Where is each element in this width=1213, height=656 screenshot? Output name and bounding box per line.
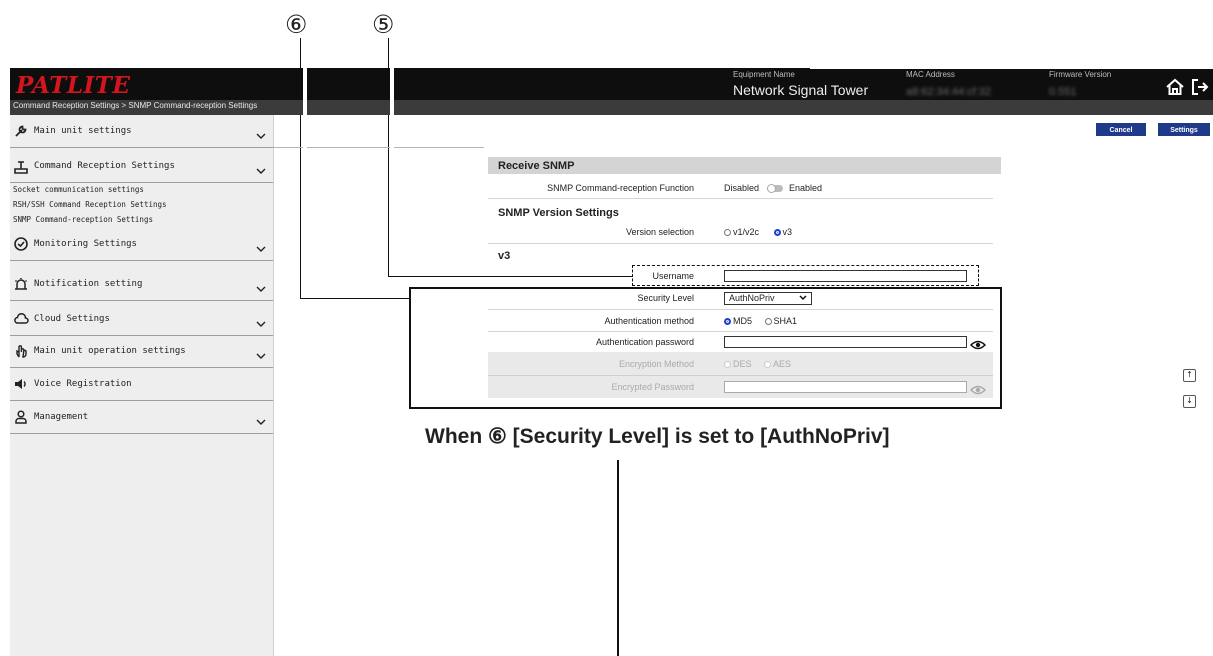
annotation-leader-line (617, 460, 619, 656)
chevron-down-icon (255, 280, 267, 292)
breadcrumb: Command Reception Settings > SNMP Comman… (13, 101, 258, 110)
app-header (10, 68, 1213, 100)
version-radio-group: v1/v2c v3 (724, 227, 792, 237)
sidebar-item-main-unit-operation-settings[interactable]: Main unit operation settings (10, 337, 273, 368)
row-divider (488, 198, 993, 199)
annotation-caption: When ⑥ [Security Level] is set to [AuthN… (425, 425, 890, 448)
toolbar-divider (394, 147, 484, 148)
snmp-function-toggle[interactable]: Disabled Enabled (724, 183, 822, 194)
receive-snmp-section-header: Receive SNMP (488, 157, 1001, 174)
snmp-version-heading: SNMP Version Settings (498, 207, 619, 219)
sidebar-item-main-unit-settings[interactable]: Main unit settings (10, 117, 273, 148)
firmware-version-label: Firmware Version (1049, 70, 1112, 79)
equipment-name-value: Network Signal Tower (733, 82, 869, 98)
brand-logo: PATLITE (16, 72, 131, 99)
chevron-down-icon (255, 162, 267, 174)
sidebar-item-command-reception-settings[interactable]: Command Reception Settings (10, 152, 273, 183)
sidebar-item-management[interactable]: Management (10, 403, 273, 434)
toolbar-divider (307, 147, 390, 148)
settings-button[interactable]: Settings (1158, 123, 1210, 136)
toolbar-divider (273, 147, 303, 148)
callout-6-highlight-box (409, 287, 1002, 409)
callout-6-leader-horizontal (300, 298, 410, 299)
chevron-down-icon (255, 413, 267, 425)
chevron-down-icon (255, 347, 267, 359)
user-icon (13, 409, 29, 425)
alarm-icon (13, 276, 29, 292)
sidebar-item-monitoring-settings[interactable]: Monitoring Settings (10, 230, 273, 261)
version-selection-label: Version selection (625, 227, 694, 237)
mac-address-label: MAC Address (906, 70, 955, 79)
sidebar-subitem-snmp[interactable]: SNMP Command-reception Settings (13, 215, 153, 224)
cloud-icon (13, 311, 29, 327)
equipment-name-label: Equipment Name (733, 70, 795, 79)
sidebar-item-cloud-settings[interactable]: Cloud Settings (10, 305, 273, 336)
toggle-switch-icon[interactable] (767, 184, 784, 194)
wrench-icon (13, 123, 29, 139)
crop-seam (390, 68, 394, 115)
chevron-down-icon (255, 240, 267, 252)
speaker-icon (13, 376, 29, 392)
mac-address-value: a8:62:34:44:cf:32 (906, 86, 992, 98)
cancel-button[interactable]: Cancel (1096, 123, 1146, 136)
v3-heading: v3 (498, 250, 511, 262)
hand-icon (13, 343, 29, 359)
sidebar-subitem-rsh-ssh[interactable]: RSH/SSH Command Reception Settings (13, 200, 167, 209)
sidebar-item-voice-registration[interactable]: Voice Registration (10, 370, 273, 401)
radio-v1v2c[interactable]: v1/v2c (724, 227, 759, 237)
scroll-down-icon[interactable]: ↓ (1183, 395, 1196, 408)
scroll-up-icon[interactable]: ↑ (1183, 369, 1196, 382)
chevron-down-icon (255, 127, 267, 139)
snmp-function-label: SNMP Command-reception Function (547, 183, 694, 193)
home-icon[interactable] (1165, 77, 1187, 99)
chevron-down-icon (255, 315, 267, 327)
crop-seam (810, 68, 1213, 69)
sidebar-subitem-socket[interactable]: Socket communication settings (13, 185, 144, 194)
radio-v3[interactable]: v3 (773, 227, 792, 237)
row-divider (488, 243, 993, 244)
gauge-icon (13, 236, 29, 252)
crop-seam (303, 68, 307, 115)
antenna-icon (13, 158, 29, 174)
logout-icon[interactable] (1190, 77, 1212, 99)
callout-5-highlight-box (632, 265, 979, 286)
sidebar-item-notification-setting[interactable]: Notification setting (10, 270, 273, 301)
firmware-version-value: 0.551 (1049, 86, 1077, 98)
callout-5: ⑤ (372, 10, 395, 39)
callout-6: ⑥ (285, 10, 308, 39)
